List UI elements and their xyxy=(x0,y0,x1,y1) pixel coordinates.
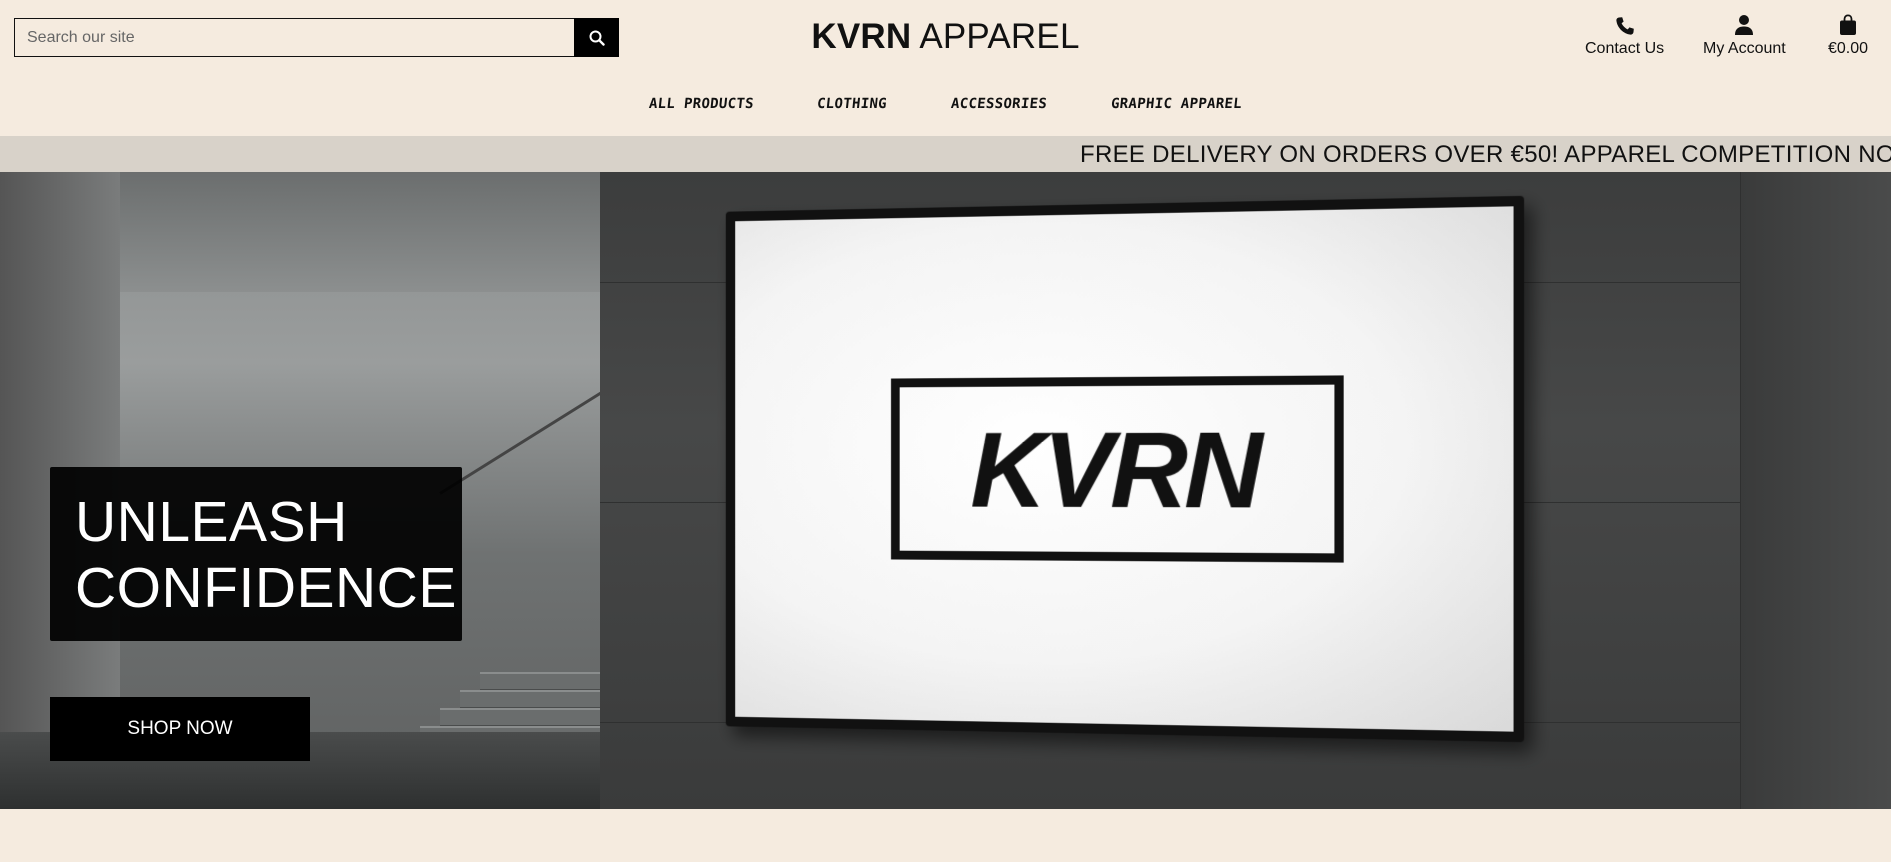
promo-banner: FREE DELIVERY ON ORDERS OVER €50! APPARE… xyxy=(0,136,1891,172)
nav-item-clothing[interactable]: Clothing xyxy=(817,96,889,112)
headline-line-1: UNLEASH xyxy=(75,490,348,554)
hero-headline: UNLEASH CONFIDENCE xyxy=(50,467,462,641)
contact-us-label: Contact Us xyxy=(1585,40,1665,57)
shopping-bag-link[interactable]: €0.00 xyxy=(1828,12,1868,58)
phone-icon xyxy=(1615,12,1635,36)
shopping-bag-icon xyxy=(1839,12,1857,36)
kvrn-logo-frame: KVRN xyxy=(890,375,1344,563)
headline-line-2: CONFIDENCE xyxy=(75,556,457,620)
site-header: KVRN APPAREL Contact Us My Account €0.00 xyxy=(0,0,1891,75)
logo-brand: KVRN xyxy=(811,17,912,56)
user-icon xyxy=(1734,12,1754,36)
my-account-label: My Account xyxy=(1703,40,1786,57)
nav-item-all-products[interactable]: All Products xyxy=(648,96,754,112)
main-nav: All Products Clothing Accessories Graphi… xyxy=(0,96,1891,112)
nav-item-graphic-apparel[interactable]: Graphic Apparel xyxy=(1111,96,1244,112)
hero-section: KVRN UNLEASH CONFIDENCE SHOP NOW xyxy=(0,172,1891,809)
nav-item-accessories[interactable]: Accessories xyxy=(950,96,1048,112)
contact-us-link[interactable]: Contact Us xyxy=(1585,12,1664,58)
my-account-link[interactable]: My Account xyxy=(1703,12,1786,58)
handrail-graphic xyxy=(439,386,611,495)
billboard-logo-text: KVRN xyxy=(970,407,1259,531)
logo-suffix: APPAREL xyxy=(919,17,1080,56)
shop-now-button[interactable]: SHOP NOW xyxy=(50,697,310,761)
promo-text: FREE DELIVERY ON ORDERS OVER €50! APPARE… xyxy=(1080,141,1891,168)
kvrn-billboard: KVRN xyxy=(725,195,1525,743)
bag-total: €0.00 xyxy=(1828,40,1869,57)
